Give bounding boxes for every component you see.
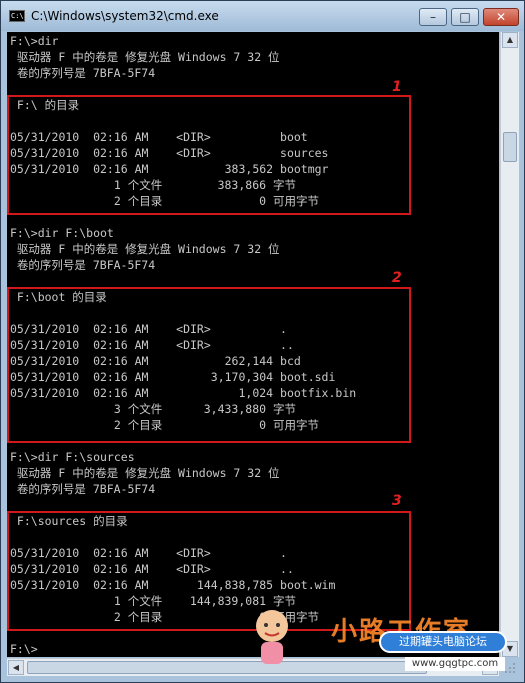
console-line: 驱动器 F 中的卷是 修复光盘 Windows 7 32 位 — [10, 466, 280, 480]
annotation-label-3: 3 — [392, 493, 402, 509]
console-line: 卷的序列号是 7BFA-5F74 — [10, 66, 156, 80]
vertical-scrollbar[interactable]: ▲ ▼ — [500, 32, 519, 657]
cmd-app-icon[interactable]: C:\ — [9, 10, 25, 22]
annotation-box-2 — [7, 287, 411, 443]
console-line: 驱动器 F 中的卷是 修复光盘 Windows 7 32 位 — [10, 50, 280, 64]
console-line: F:\> — [10, 642, 38, 656]
console-line: F:\>dir F:\boot — [10, 226, 114, 240]
watermark: 小路工作室 过期罐头电脑论坛 www.gqgtpc.com — [256, 610, 516, 679]
annotation-box-1 — [7, 95, 411, 215]
console-output[interactable]: F:\> 2 个目录 0 可用字节 1 个文件 144,839,081 字节 05… — [7, 32, 499, 657]
annotation-label-2: 2 — [392, 270, 402, 286]
console-line: F:\>dir — [10, 34, 59, 48]
console-line: 驱动器 F 中的卷是 修复光盘 Windows 7 32 位 — [10, 242, 280, 256]
title-bar[interactable]: C:\ C:\Windows\system32\cmd.exe – □ ✕ — [1, 1, 524, 31]
console-line: 卷的序列号是 7BFA-5F74 — [10, 482, 156, 496]
vertical-scroll-thumb[interactable] — [503, 132, 517, 162]
scroll-left-icon[interactable]: ◀ — [8, 660, 24, 675]
minimize-button[interactable]: – — [419, 8, 447, 26]
window-title: C:\Windows\system32\cmd.exe — [31, 9, 219, 23]
scroll-up-icon[interactable]: ▲ — [502, 32, 518, 48]
console-line: 卷的序列号是 7BFA-5F74 — [10, 258, 156, 272]
mascot-icon — [256, 610, 288, 664]
annotation-label-1: 1 — [392, 79, 402, 95]
watermark-badge: 过期罐头电脑论坛 — [379, 631, 507, 653]
cmd-window: C:\ C:\Windows\system32\cmd.exe – □ ✕ F:… — [0, 0, 525, 683]
maximize-button[interactable]: □ — [451, 8, 479, 26]
close-button[interactable]: ✕ — [483, 8, 519, 26]
watermark-url: www.gqgtpc.com — [405, 657, 505, 671]
console-line: F:\>dir F:\sources — [10, 450, 135, 464]
